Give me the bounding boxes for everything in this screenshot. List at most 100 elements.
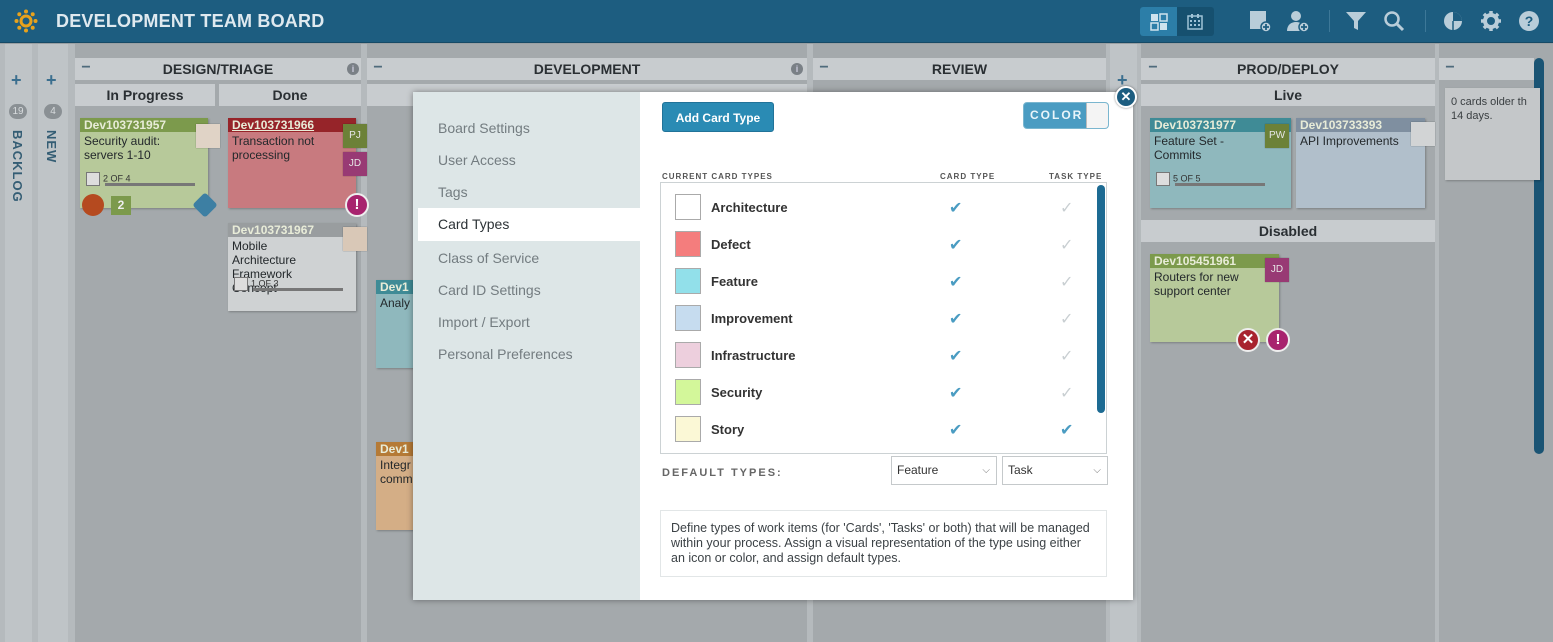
nav-class-of-service[interactable]: Class of Service: [438, 250, 539, 266]
card[interactable]: Dev103731966 Transaction not processing …: [228, 118, 367, 208]
avatar[interactable]: PJ: [343, 124, 367, 148]
card-type-row[interactable]: Feature ✔ ✓: [661, 263, 1091, 300]
card-type-check-icon[interactable]: ✔: [949, 309, 962, 329]
task-type-check-icon[interactable]: ✓: [1060, 309, 1073, 329]
nav-card-types[interactable]: Card Types: [438, 216, 509, 232]
card-type-name[interactable]: Security: [711, 385, 762, 400]
collapse-prod-icon[interactable]: −: [1146, 60, 1160, 76]
board-view-icon[interactable]: [1146, 9, 1172, 35]
card[interactable]: Dev103731977 Feature Set - Commits PW 5 …: [1150, 118, 1291, 208]
color-swatch[interactable]: [675, 268, 701, 294]
lane-header-design[interactable]: DESIGN/TRIAGE: [75, 58, 361, 80]
card-type-check-icon[interactable]: ✔: [949, 198, 962, 218]
default-card-select[interactable]: Feature ⌵: [891, 456, 997, 485]
nav-board-settings[interactable]: Board Settings: [438, 120, 530, 136]
view-toggle[interactable]: [1140, 7, 1214, 36]
nav-tags[interactable]: Tags: [438, 184, 468, 200]
lane-sub-done[interactable]: Done: [219, 84, 361, 106]
info-icon[interactable]: i: [347, 63, 359, 75]
add-new-icon[interactable]: +: [46, 70, 57, 91]
color-swatch[interactable]: [675, 342, 701, 368]
color-swatch[interactable]: [675, 305, 701, 331]
card-type-check-icon[interactable]: ✔: [949, 346, 962, 366]
card[interactable]: Dev103731967 Mobile Architecture Framewo…: [228, 223, 367, 311]
card-type-name[interactable]: Infrastructure: [711, 348, 796, 363]
collapse-review-icon[interactable]: −: [817, 60, 831, 76]
task-progress[interactable]: 1 OF 3: [234, 277, 343, 291]
add-card-icon[interactable]: [1247, 8, 1273, 34]
card-type-row[interactable]: Infrastructure ✔ ✓: [661, 337, 1091, 374]
card[interactable]: Dev105451961 Routers for new support cen…: [1150, 254, 1289, 342]
card-type-name[interactable]: Feature: [711, 274, 758, 289]
lane-header-development[interactable]: DEVELOPMENT: [367, 58, 807, 80]
default-task-select[interactable]: Task ⌵: [1002, 456, 1108, 485]
task-progress[interactable]: 5 OF 5: [1156, 172, 1265, 186]
nav-card-id-settings[interactable]: Card ID Settings: [438, 282, 541, 298]
color-swatch[interactable]: [675, 416, 701, 442]
lane-header-review[interactable]: REVIEW: [813, 58, 1106, 80]
toggle-knob[interactable]: [1086, 103, 1108, 128]
nav-user-access[interactable]: User Access: [438, 152, 516, 168]
card-type-row[interactable]: Security ✔ ✓: [661, 374, 1091, 411]
info-icon[interactable]: i: [791, 63, 803, 75]
card-type-row[interactable]: Story ✔ ✔: [661, 411, 1091, 448]
card-type-row[interactable]: Architecture ✔ ✓: [661, 189, 1091, 226]
card-type-name[interactable]: Improvement: [711, 311, 793, 326]
nav-personal-preferences[interactable]: Personal Preferences: [438, 346, 573, 362]
logo-icon[interactable]: [14, 9, 38, 33]
card-type-row[interactable]: Improvement ✔ ✓: [661, 300, 1091, 337]
task-type-check-icon[interactable]: ✓: [1060, 383, 1073, 403]
avatar[interactable]: [196, 124, 220, 148]
help-icon[interactable]: ?: [1516, 8, 1542, 34]
task-type-check-icon[interactable]: ✓: [1060, 272, 1073, 292]
lane-sub-live[interactable]: Live: [1141, 84, 1435, 106]
lane-sub-in-progress[interactable]: In Progress: [75, 84, 215, 106]
task-type-check-icon[interactable]: ✓: [1060, 198, 1073, 218]
card-types-list: Architecture ✔ ✓ Defect ✔ ✓ Feature ✔ ✓ Improveme…: [660, 182, 1107, 454]
search-icon[interactable]: [1381, 8, 1407, 34]
close-icon[interactable]: ✕: [1115, 86, 1137, 108]
task-type-check-icon[interactable]: ✓: [1060, 346, 1073, 366]
card-type-row[interactable]: Defect ✔ ✓: [661, 226, 1091, 263]
description-text: Define types of work items (for 'Cards',…: [660, 510, 1107, 577]
card-type-check-icon[interactable]: ✔: [949, 383, 962, 403]
collapse-development-icon[interactable]: −: [371, 60, 385, 76]
analytics-icon[interactable]: [1440, 8, 1466, 34]
card[interactable]: Dev1 Integr comm: [376, 442, 416, 530]
color-toggle[interactable]: COLOR: [1023, 102, 1109, 129]
card-type-check-icon[interactable]: ✔: [949, 420, 962, 440]
task-type-check-icon[interactable]: ✔: [1060, 420, 1073, 440]
card-type-check-icon[interactable]: ✔: [949, 272, 962, 292]
card-type-name[interactable]: Architecture: [711, 200, 788, 215]
color-swatch[interactable]: [675, 231, 701, 257]
list-scrollbar[interactable]: [1097, 185, 1105, 413]
avatar[interactable]: PW: [1265, 124, 1289, 148]
avatar[interactable]: JD: [1265, 258, 1289, 282]
card[interactable]: Dev1 Analy: [376, 280, 416, 368]
color-swatch[interactable]: [675, 379, 701, 405]
card-type-check-icon[interactable]: ✔: [949, 235, 962, 255]
task-type-check-icon[interactable]: ✓: [1060, 235, 1073, 255]
avatar[interactable]: [343, 227, 367, 251]
collapse-archive-icon[interactable]: −: [1443, 60, 1457, 76]
card[interactable]: Dev103733393 API Improvements: [1296, 118, 1435, 208]
add-card-type-button[interactable]: Add Card Type: [662, 102, 774, 132]
lane-header-prod[interactable]: PROD/DEPLOY: [1141, 58, 1435, 80]
chevron-down-icon: ⌵: [1093, 465, 1101, 476]
task-progress[interactable]: 2 OF 4: [86, 172, 195, 186]
filter-icon[interactable]: [1343, 8, 1369, 34]
add-user-icon[interactable]: [1285, 8, 1311, 34]
settings-icon[interactable]: [1478, 8, 1504, 34]
calendar-view-icon[interactable]: [1182, 9, 1208, 35]
lane-sub-disabled[interactable]: Disabled: [1141, 220, 1435, 242]
avatar[interactable]: JD: [343, 152, 367, 176]
color-swatch[interactable]: [675, 194, 701, 220]
nav-import-export[interactable]: Import / Export: [438, 314, 530, 330]
card[interactable]: Dev103731957 Security audit: servers 1-1…: [80, 118, 220, 208]
card-type-name[interactable]: Defect: [711, 237, 751, 252]
avatar[interactable]: [1411, 122, 1435, 146]
collapse-design-icon[interactable]: −: [79, 60, 93, 76]
add-backlog-icon[interactable]: +: [11, 70, 22, 91]
top-bar: DEVELOPMENT TEAM BOARD ?: [0, 0, 1553, 43]
card-type-name[interactable]: Story: [711, 422, 744, 437]
